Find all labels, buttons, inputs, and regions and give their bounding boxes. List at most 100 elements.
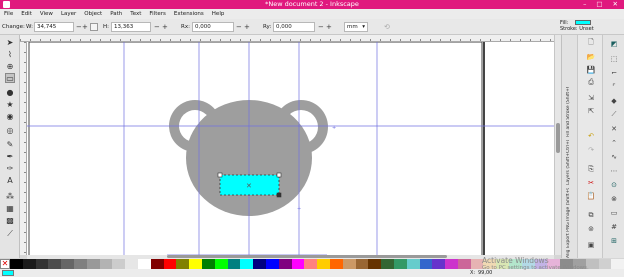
palette-swatch[interactable] (86, 259, 100, 269)
corner-handle-tl[interactable] (217, 172, 223, 178)
snap-bbox-corner-icon[interactable]: ⌜ (609, 82, 619, 91)
snap-nodes-icon[interactable]: ◆ (609, 96, 619, 105)
pen-tool-icon[interactable]: ✒ (5, 151, 15, 161)
palette-swatch[interactable] (201, 259, 215, 269)
palette-swatch[interactable] (253, 259, 266, 269)
spiral-tool-icon[interactable]: ◎ (5, 125, 15, 135)
dropper-tool-icon[interactable]: ⟋ (5, 229, 15, 239)
ry-spin-plus[interactable]: + (326, 23, 332, 31)
menu-view[interactable]: View (40, 9, 53, 19)
no-paint-swatch[interactable]: ✕ (0, 259, 10, 269)
palette-swatch[interactable] (393, 259, 407, 269)
save-icon[interactable]: 💾 (586, 65, 596, 74)
pencil-tool-icon[interactable]: ✎ (5, 139, 15, 149)
print-icon[interactable]: ⎙ (586, 78, 596, 87)
ry-spin-minus[interactable]: − (318, 23, 324, 31)
menu-path[interactable]: Path (110, 9, 122, 19)
rect-tool-icon[interactable]: ▭ (5, 73, 15, 83)
height-input[interactable]: 13,363 (111, 22, 151, 32)
palette-swatch[interactable] (163, 259, 177, 269)
selector-tool-icon[interactable]: ➤ (5, 37, 15, 47)
text-tool-icon[interactable]: A (5, 175, 15, 185)
snap-grid-icon[interactable]: # (609, 222, 619, 231)
palette-swatch[interactable] (329, 259, 343, 269)
star-tool-icon[interactable]: ★ (5, 99, 15, 109)
palette-swatch[interactable] (355, 259, 369, 269)
palette-swatch[interactable] (99, 259, 113, 269)
palette-swatch[interactable] (304, 259, 318, 269)
palette-swatch[interactable] (291, 259, 305, 269)
snap-page-icon[interactable]: ▭ (609, 208, 619, 217)
rx-spin-minus[interactable]: − (236, 23, 242, 31)
menu-filters[interactable]: Filters (149, 9, 166, 19)
vertical-scrollbar[interactable] (554, 35, 561, 255)
vertical-ruler[interactable] (20, 42, 27, 255)
lock-ratio-checkbox[interactable] (90, 23, 98, 31)
palette-swatch[interactable] (150, 259, 164, 269)
snap-intersection-icon[interactable]: ✕ (609, 124, 619, 133)
minimize-button[interactable]: – (583, 0, 586, 9)
undo-icon[interactable]: ↶ (586, 131, 596, 140)
palette-swatch[interactable] (176, 259, 190, 269)
width-spin-plus[interactable]: + (82, 23, 88, 31)
fill-color-swatch[interactable] (575, 20, 591, 25)
new-document-icon[interactable]: 🗋 (586, 38, 596, 48)
spray-tool-icon[interactable]: ⁂ (5, 191, 15, 201)
gradient-tool-icon[interactable]: ▦ (5, 203, 15, 213)
snap-bbox-edge-icon[interactable]: ⌐ (609, 68, 619, 77)
palette-swatch[interactable] (214, 259, 228, 269)
rotation-center-icon[interactable]: ✕ (246, 182, 252, 190)
height-spin-minus[interactable]: − (154, 23, 160, 31)
dock-tab-layers[interactable]: Layers (Shift+Ctrl+L) (566, 140, 574, 185)
snap-center-icon[interactable]: ⊙ (609, 180, 619, 189)
dock-tab-export-png[interactable]: Export PNG Image (Shift+Ctrl+E) (566, 188, 574, 248)
corner-handle-tr[interactable] (276, 172, 282, 178)
palette-swatch[interactable] (35, 259, 49, 269)
clone-icon[interactable]: ⊚ (586, 224, 596, 233)
duplicate-icon[interactable]: ⧉ (586, 211, 596, 220)
units-select[interactable]: mm ▾ (344, 22, 368, 32)
dock-tab-fill-stroke[interactable]: Fill and Stroke (Shift+Ctrl+F) (566, 87, 574, 137)
node-tool-icon[interactable]: ⌇ (5, 49, 15, 59)
palette-swatch[interactable] (265, 259, 279, 269)
palette-swatch[interactable] (61, 259, 74, 269)
palette-swatch[interactable] (48, 259, 62, 269)
palette-swatch[interactable] (419, 259, 433, 269)
palette-swatch[interactable] (381, 259, 394, 269)
width-input[interactable]: 34,745 (34, 22, 74, 32)
height-spin-plus[interactable]: + (162, 23, 168, 31)
snap-paths-icon[interactable]: ⟋ (609, 110, 619, 119)
palette-swatch[interactable] (112, 259, 126, 269)
drawing-canvas[interactable]: ✕ + + (27, 42, 554, 255)
rx-spin-plus[interactable]: + (244, 23, 250, 31)
snap-rotation-icon[interactable]: ⊗ (609, 194, 619, 203)
copy-icon[interactable]: ⎘ (586, 165, 596, 174)
menu-object[interactable]: Object (84, 9, 102, 19)
palette-swatch[interactable] (406, 259, 420, 269)
palette-swatch[interactable] (445, 259, 458, 269)
snap-enable-icon[interactable]: ◩ (609, 39, 619, 48)
palette-swatch[interactable] (317, 259, 330, 269)
zoom-tool-icon[interactable]: ⊕ (5, 61, 15, 71)
calligraphy-tool-icon[interactable]: ✑ (5, 163, 15, 173)
palette-swatch[interactable] (22, 259, 36, 269)
palette-swatch[interactable] (73, 259, 87, 269)
redo-icon[interactable]: ↷ (586, 145, 596, 154)
menu-edit[interactable]: Edit (21, 9, 32, 19)
width-spin-minus[interactable]: − (76, 23, 82, 31)
palette-swatch[interactable] (457, 259, 471, 269)
menu-extensions[interactable]: Extensions (174, 9, 204, 19)
reset-corners-icon[interactable]: ⟲ (384, 23, 390, 31)
export-icon[interactable]: ⇱ (586, 106, 596, 115)
snap-smooth-icon[interactable]: ∿ (609, 152, 619, 161)
ellipse-tool-icon[interactable]: ● (5, 87, 15, 97)
menu-layer[interactable]: Layer (61, 9, 76, 19)
horizontal-ruler[interactable] (20, 35, 554, 42)
palette-swatch[interactable] (278, 259, 292, 269)
paste-icon[interactable]: 📋 (586, 191, 596, 200)
palette-swatch[interactable] (10, 259, 23, 269)
snap-bbox-icon[interactable]: ⬚ (609, 54, 619, 63)
palette-swatch[interactable] (432, 259, 446, 269)
menu-text[interactable]: Text (130, 9, 141, 19)
group-icon[interactable]: ▣ (586, 240, 596, 249)
